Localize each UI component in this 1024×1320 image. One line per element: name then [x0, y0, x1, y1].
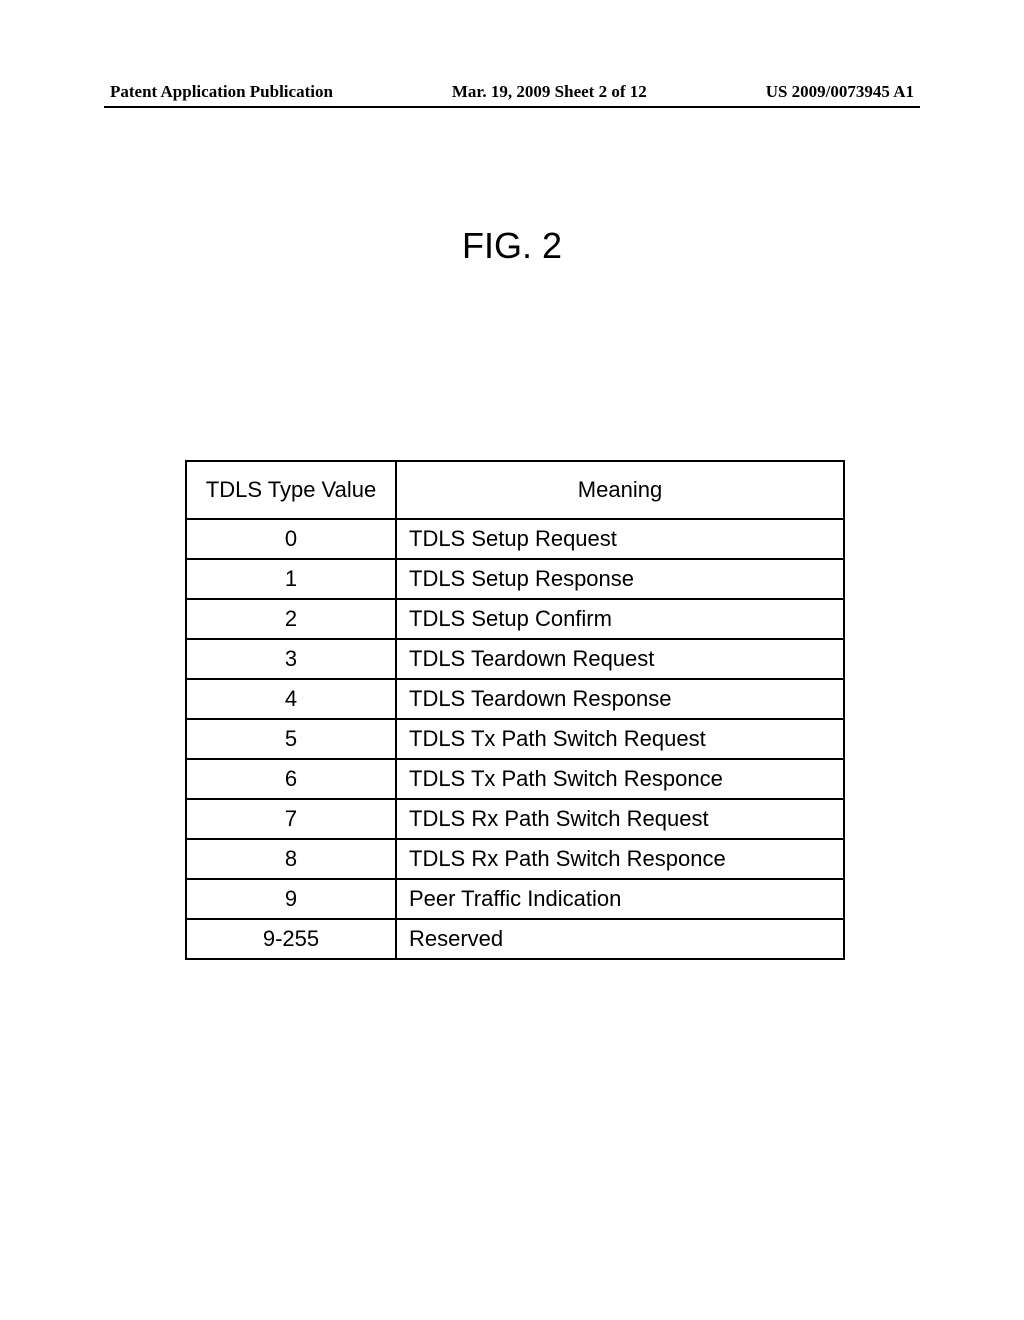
cell-meaning: TDLS Tx Path Switch Responce: [396, 759, 844, 799]
cell-value: 9-255: [186, 919, 396, 959]
table-row: 6 TDLS Tx Path Switch Responce: [186, 759, 844, 799]
column-header-meaning: Meaning: [396, 461, 844, 519]
table-row: 5 TDLS Tx Path Switch Request: [186, 719, 844, 759]
tdls-type-table: TDLS Type Value Meaning 0 TDLS Setup Req…: [185, 460, 845, 960]
figure-title: FIG. 2: [0, 225, 1024, 267]
cell-meaning: Peer Traffic Indication: [396, 879, 844, 919]
cell-meaning: TDLS Setup Confirm: [396, 599, 844, 639]
cell-meaning: TDLS Rx Path Switch Responce: [396, 839, 844, 879]
cell-meaning: TDLS Setup Response: [396, 559, 844, 599]
table-row: 0 TDLS Setup Request: [186, 519, 844, 559]
cell-meaning: TDLS Teardown Response: [396, 679, 844, 719]
cell-meaning: TDLS Teardown Request: [396, 639, 844, 679]
cell-meaning: Reserved: [396, 919, 844, 959]
cell-value: 2: [186, 599, 396, 639]
cell-value: 8: [186, 839, 396, 879]
cell-value: 1: [186, 559, 396, 599]
table-row: 1 TDLS Setup Response: [186, 559, 844, 599]
cell-value: 3: [186, 639, 396, 679]
cell-value: 5: [186, 719, 396, 759]
table-row: 7 TDLS Rx Path Switch Request: [186, 799, 844, 839]
cell-value: 9: [186, 879, 396, 919]
header-divider: [104, 106, 920, 108]
cell-value: 7: [186, 799, 396, 839]
tdls-table-container: TDLS Type Value Meaning 0 TDLS Setup Req…: [185, 460, 845, 960]
header-publication-number: US 2009/0073945 A1: [766, 82, 914, 102]
cell-value: 4: [186, 679, 396, 719]
cell-value: 6: [186, 759, 396, 799]
table-row: 9 Peer Traffic Indication: [186, 879, 844, 919]
table-row: 4 TDLS Teardown Response: [186, 679, 844, 719]
cell-meaning: TDLS Setup Request: [396, 519, 844, 559]
page-header: Patent Application Publication Mar. 19, …: [0, 82, 1024, 102]
cell-value: 0: [186, 519, 396, 559]
table-row: 3 TDLS Teardown Request: [186, 639, 844, 679]
cell-meaning: TDLS Rx Path Switch Request: [396, 799, 844, 839]
table-row: 9-255 Reserved: [186, 919, 844, 959]
table-header-row: TDLS Type Value Meaning: [186, 461, 844, 519]
header-publication-type: Patent Application Publication: [110, 82, 333, 102]
table-row: 8 TDLS Rx Path Switch Responce: [186, 839, 844, 879]
cell-meaning: TDLS Tx Path Switch Request: [396, 719, 844, 759]
table-row: 2 TDLS Setup Confirm: [186, 599, 844, 639]
header-date-sheet: Mar. 19, 2009 Sheet 2 of 12: [452, 82, 647, 102]
column-header-value: TDLS Type Value: [186, 461, 396, 519]
